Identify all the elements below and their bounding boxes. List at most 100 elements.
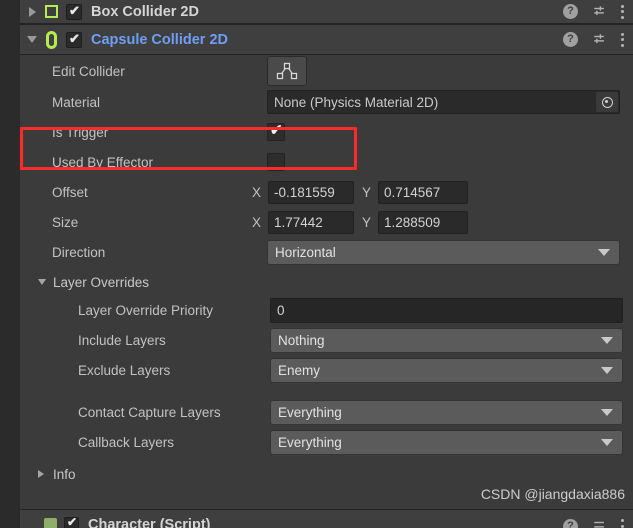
header-icons-capsule-collider-2d: ? [563,32,625,48]
size-x-input[interactable]: 1.77442 [268,210,354,234]
row-contact-capture-layers: Contact Capture Layers Everything [20,397,633,427]
help-icon[interactable]: ? [563,32,578,47]
size-y-axis-label: Y [362,214,372,230]
foldout-box-collider-2d[interactable] [24,6,40,17]
kebab-menu-icon[interactable] [621,32,625,48]
section-layer-overrides[interactable]: Layer Overrides [20,269,633,295]
label-material: Material [52,94,101,110]
row-exclude-layers: Exclude Layers Enemy [20,355,633,385]
callback-layers-value: Everything [278,434,342,450]
material-object-field[interactable]: None (Physics Material 2D) [267,90,620,114]
direction-dropdown[interactable]: Horizontal [267,239,620,265]
row-edit-collider: Edit Collider [20,55,633,87]
chevron-down-icon [601,439,613,446]
label-used-by-effector: Used By Effector [52,154,154,170]
offset-y-axis-label: Y [362,184,372,200]
row-include-layers: Include Layers Nothing [20,325,633,355]
chevron-down-icon [601,337,613,344]
label-callback-layers: Callback Layers [78,434,175,450]
chevron-down-icon [27,36,37,43]
callback-layers-dropdown[interactable]: Everything [270,429,623,455]
component-title-box-collider-2d: Box Collider 2D [91,3,199,20]
size-y-value: 1.288509 [384,214,441,230]
section-info[interactable]: Info [20,461,633,487]
preset-sliders-icon[interactable] [592,519,607,528]
layer-override-priority-value: 0 [277,302,285,318]
row-direction: Direction Horizontal [20,237,633,267]
offset-x-value: -0.181559 [274,184,335,200]
exclude-layers-value: Enemy [278,362,321,378]
label-edit-collider: Edit Collider [52,63,125,79]
checkmark-icon: ✔ [69,30,80,46]
component-title-capsule-collider-2d[interactable]: Capsule Collider 2D [91,32,228,48]
preset-sliders-icon[interactable] [592,33,607,47]
used-by-effector-checkbox[interactable] [267,153,285,171]
is-trigger-checkbox[interactable]: ✔ [267,122,285,141]
preset-sliders-icon[interactable] [592,5,607,19]
label-is-trigger: Is Trigger [52,124,109,140]
kebab-menu-icon[interactable] [621,4,625,20]
checkmark-icon: ✔ [69,2,80,18]
label-direction: Direction [52,244,106,260]
include-layers-dropdown[interactable]: Nothing [270,327,623,353]
size-x-value: 1.77442 [274,214,323,230]
offset-y-input[interactable]: 0.714567 [378,180,468,204]
offset-x-input[interactable]: -0.181559 [268,180,354,204]
label-size: Size [52,214,79,230]
label-info: Info [53,466,76,482]
row-callback-layers: Callback Layers Everything [20,427,633,457]
help-icon[interactable]: ? [563,518,578,528]
material-value: None (Physics Material 2D) [274,94,439,110]
foldout-info[interactable] [38,470,50,478]
enable-checkbox-character-script[interactable]: ✔ [64,515,79,528]
row-used-by-effector: Used By Effector [20,147,633,177]
capsule-collider-2d-icon [42,30,60,49]
row-material: Material None (Physics Material 2D) [20,87,633,117]
direction-value: Horizontal [275,244,336,260]
component-title-character-script: Character (Script) [88,516,211,528]
unity-inspector-panel: ✔ Box Collider 2D ? ✔ Capsule Collider 2… [0,0,633,528]
label-layer-override-priority: Layer Override Priority [78,302,214,318]
inspector-content: ✔ Box Collider 2D ? ✔ Capsule Collider 2… [20,0,633,528]
chevron-down-icon [38,279,46,285]
checkmark-icon: ✔ [67,515,78,528]
header-icons-character-script: ? [563,518,625,528]
offset-y-value: 0.714567 [384,184,441,200]
row-layer-override-priority: Layer Override Priority 0 [20,295,633,325]
chevron-right-icon [28,6,36,17]
foldout-layer-overrides[interactable] [38,279,50,285]
watermark-text: CSDN @jiangdaxia886 [480,486,625,502]
component-header-character-script[interactable]: ✔ Character (Script) ? [20,509,633,528]
script-icon [44,518,57,528]
contact-capture-layers-dropdown[interactable]: Everything [270,399,623,425]
box-collider-2d-icon [42,3,60,21]
chevron-right-icon [38,470,44,478]
kebab-menu-icon[interactable] [621,518,625,528]
chevron-down-icon [598,249,610,256]
contact-capture-layers-value: Everything [278,404,342,420]
size-y-input[interactable]: 1.288509 [378,210,468,234]
label-exclude-layers: Exclude Layers [78,362,171,378]
row-size: Size X 1.77442 Y 1.288509 [20,207,633,237]
layer-override-priority-input[interactable]: 0 [270,297,623,323]
chevron-down-icon [601,409,613,416]
capsule-collider-properties: Edit Collider Material None (Physics Mat… [20,55,633,487]
row-is-trigger: Is Trigger ✔ [20,117,633,147]
component-header-box-collider-2d[interactable]: ✔ Box Collider 2D ? [20,0,633,24]
offset-x-axis-label: X [252,184,262,200]
object-picker-icon[interactable] [596,92,618,112]
label-contact-capture-layers: Contact Capture Layers [78,404,221,420]
row-offset: Offset X -0.181559 Y 0.714567 [20,177,633,207]
enable-checkbox-box-collider-2d[interactable]: ✔ [66,2,82,20]
enable-checkbox-capsule-collider-2d[interactable]: ✔ [66,30,82,48]
label-include-layers: Include Layers [78,332,166,348]
component-header-capsule-collider-2d[interactable]: ✔ Capsule Collider 2D ? [20,24,633,55]
checkmark-icon: ✔ [270,122,283,139]
edit-collider-button[interactable] [267,56,307,86]
help-icon[interactable]: ? [563,4,578,19]
exclude-layers-dropdown[interactable]: Enemy [270,357,623,383]
chevron-down-icon [601,367,613,374]
polygon-edit-icon [276,62,298,80]
foldout-capsule-collider-2d[interactable] [24,36,40,43]
header-icons-box-collider-2d: ? [563,4,625,20]
